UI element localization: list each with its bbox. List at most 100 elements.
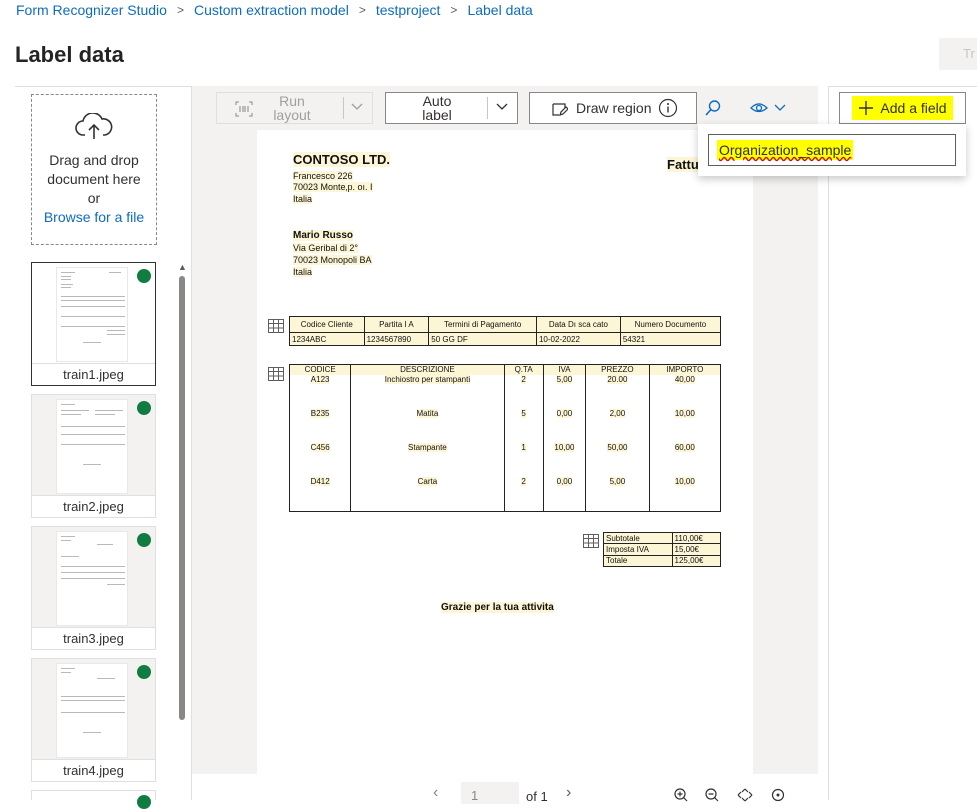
thumbnail-image [56,663,128,758]
item-cell: A123 [288,374,352,409]
breadcrumb-item-current[interactable]: Label data [467,2,532,18]
totals-label[interactable]: Imposta IVA [603,543,673,556]
item-cell: 40,00 [648,374,722,409]
info-icon[interactable] [658,98,678,118]
fields-panel [828,86,977,800]
scrollbar-thumb[interactable] [179,276,185,720]
chevron-down-icon[interactable] [773,102,787,114]
prev-page-icon[interactable]: ‹ [433,784,438,802]
items-header-cell[interactable]: IMPORTO [648,364,722,375]
items-header-cell[interactable]: DESCRIZIONE [350,364,505,375]
totals-label[interactable]: Totale [603,554,673,568]
info-header-cell[interactable]: Codice Cliente [289,316,365,333]
run-layout-button[interactable]: Run layout [216,92,373,124]
item-cell: 10,00 [542,442,587,477]
item-cell: 50,00 [585,442,650,477]
field-name-input[interactable]: Organization_sample [708,134,956,166]
doc-company-name[interactable]: CONTOSO LTD. [293,152,391,167]
browse-file-link[interactable]: Browse for a file [32,208,156,227]
breadcrumb-item-project[interactable]: testproject [376,2,441,18]
doc-customer-name[interactable]: Mario Russo [293,230,354,241]
eye-icon[interactable] [749,100,769,116]
file-name: train2.jpeg [32,495,155,517]
info-header-cell[interactable]: Partita I A [363,316,430,333]
doc-address-line[interactable]: Francesco 226 [293,171,353,181]
field-name-value: Organization_sample [717,140,854,160]
items-header-cell[interactable]: CODICE [288,364,352,375]
item-cell: Inchiostro per stampanti [350,374,505,409]
doc-footer[interactable]: Grazie per la tua attivita [441,602,554,613]
totals-label[interactable]: Subtotale [603,531,673,545]
info-value-cell[interactable]: 1234ABC [289,332,365,346]
pagination-bar: ‹ 1 of 1 › [192,774,818,804]
doc-customer-line[interactable]: Italia [293,267,313,277]
file-name: train1.jpeg [32,363,155,385]
train-button[interactable]: Tr [939,38,977,70]
doc-customer-line[interactable]: 70023 Monopoli BA [293,255,372,265]
doc-title[interactable]: Fattu [667,157,699,172]
dropzone-text-3: or [87,190,101,206]
file-thumbnail[interactable]: train4.jpeg [31,658,156,782]
info-value-cell[interactable]: 54321 [619,332,722,346]
file-name: train4.jpeg [32,759,155,781]
auto-label-button[interactable]: Auto label [385,92,518,124]
table-icon[interactable] [583,534,599,548]
totals-value[interactable]: 110,00€ [671,531,722,545]
run-layout-icon [235,101,253,117]
info-value-cell[interactable]: 1234567890 [363,332,430,346]
info-header-cell[interactable]: Data Dı sca cato [535,316,621,333]
totals-table: Subtotale 110,00€ Imposta IVA 15,00€ Tot… [603,531,722,568]
file-thumbnail[interactable]: train1.jpeg [31,262,156,386]
add-field-button[interactable]: Add a field [839,92,966,124]
item-cell: 5 [503,408,544,443]
items-header-cell[interactable]: Q.TA [503,364,544,375]
file-thumbnail[interactable]: train2.jpeg [31,394,156,518]
upload-dropzone[interactable]: Drag and drop document here or Browse fo… [31,94,157,245]
breadcrumb-item-studio[interactable]: Form Recognizer Studio [16,2,167,18]
chevron-right-icon: > [176,3,184,17]
doc-customer-line[interactable]: Via Geribal di 2° [293,243,358,253]
thumbnail-image [56,267,128,362]
draw-region-label: Draw region [576,100,652,116]
item-cell: 1 [503,442,544,477]
draw-region-button[interactable]: Draw region [529,92,697,124]
chevron-right-icon: > [450,3,458,17]
next-page-icon[interactable]: › [566,784,571,802]
scroll-up-icon[interactable]: ▲ [178,262,187,272]
cloud-upload-icon [75,113,113,139]
item-cell: 2 [503,374,544,409]
item-cell: 20.00 [585,374,650,409]
item-cell: 5,00 [585,476,650,512]
doc-address-line[interactable]: 70023 Monte‚p. oı. I [293,182,373,192]
info-header-cell[interactable]: Termini di Pagamento [428,316,537,333]
file-list-scrollbar[interactable]: ▲ [178,262,187,722]
breadcrumb: Form Recognizer Studio > Custom extracti… [16,0,533,20]
info-value-cell[interactable]: 50 GG DF [428,332,537,346]
item-cell: 10,00 [648,476,722,512]
item-cell: Carta [350,476,505,512]
document-page[interactable]: CONTOSO LTD. Francesco 226 70023 Monte‚p… [257,130,753,774]
plus-icon [859,101,874,115]
file-thumbnail[interactable]: train3.jpeg [31,526,156,650]
table-icon[interactable] [268,319,284,333]
totals-value[interactable]: 15,00€ [671,543,722,556]
items-header-cell[interactable]: IVA [542,364,587,375]
breadcrumb-item-model[interactable]: Custom extraction model [194,2,349,18]
page-number-input[interactable]: 1 [461,782,519,804]
status-dot [137,401,151,415]
table-icon[interactable] [268,367,284,381]
page-title: Label data [15,42,124,67]
status-dot [137,795,151,809]
chevron-down-icon[interactable] [495,99,509,113]
chevron-down-icon[interactable] [350,99,364,113]
file-thumbnail[interactable] [31,790,156,809]
info-header-cell[interactable]: Numero Documento [619,316,722,333]
run-layout-label-1: Run [279,93,305,109]
search-icon[interactable] [704,99,722,117]
doc-address-line[interactable]: Italia [293,194,313,204]
totals-value[interactable]: 125,00€ [671,554,722,568]
auto-label-label-1: Auto [422,93,452,109]
add-field-label: Add a field [880,100,947,116]
items-header-cell[interactable]: PREZZO [585,364,650,375]
info-value-cell[interactable]: 10-02-2022 [535,332,621,346]
